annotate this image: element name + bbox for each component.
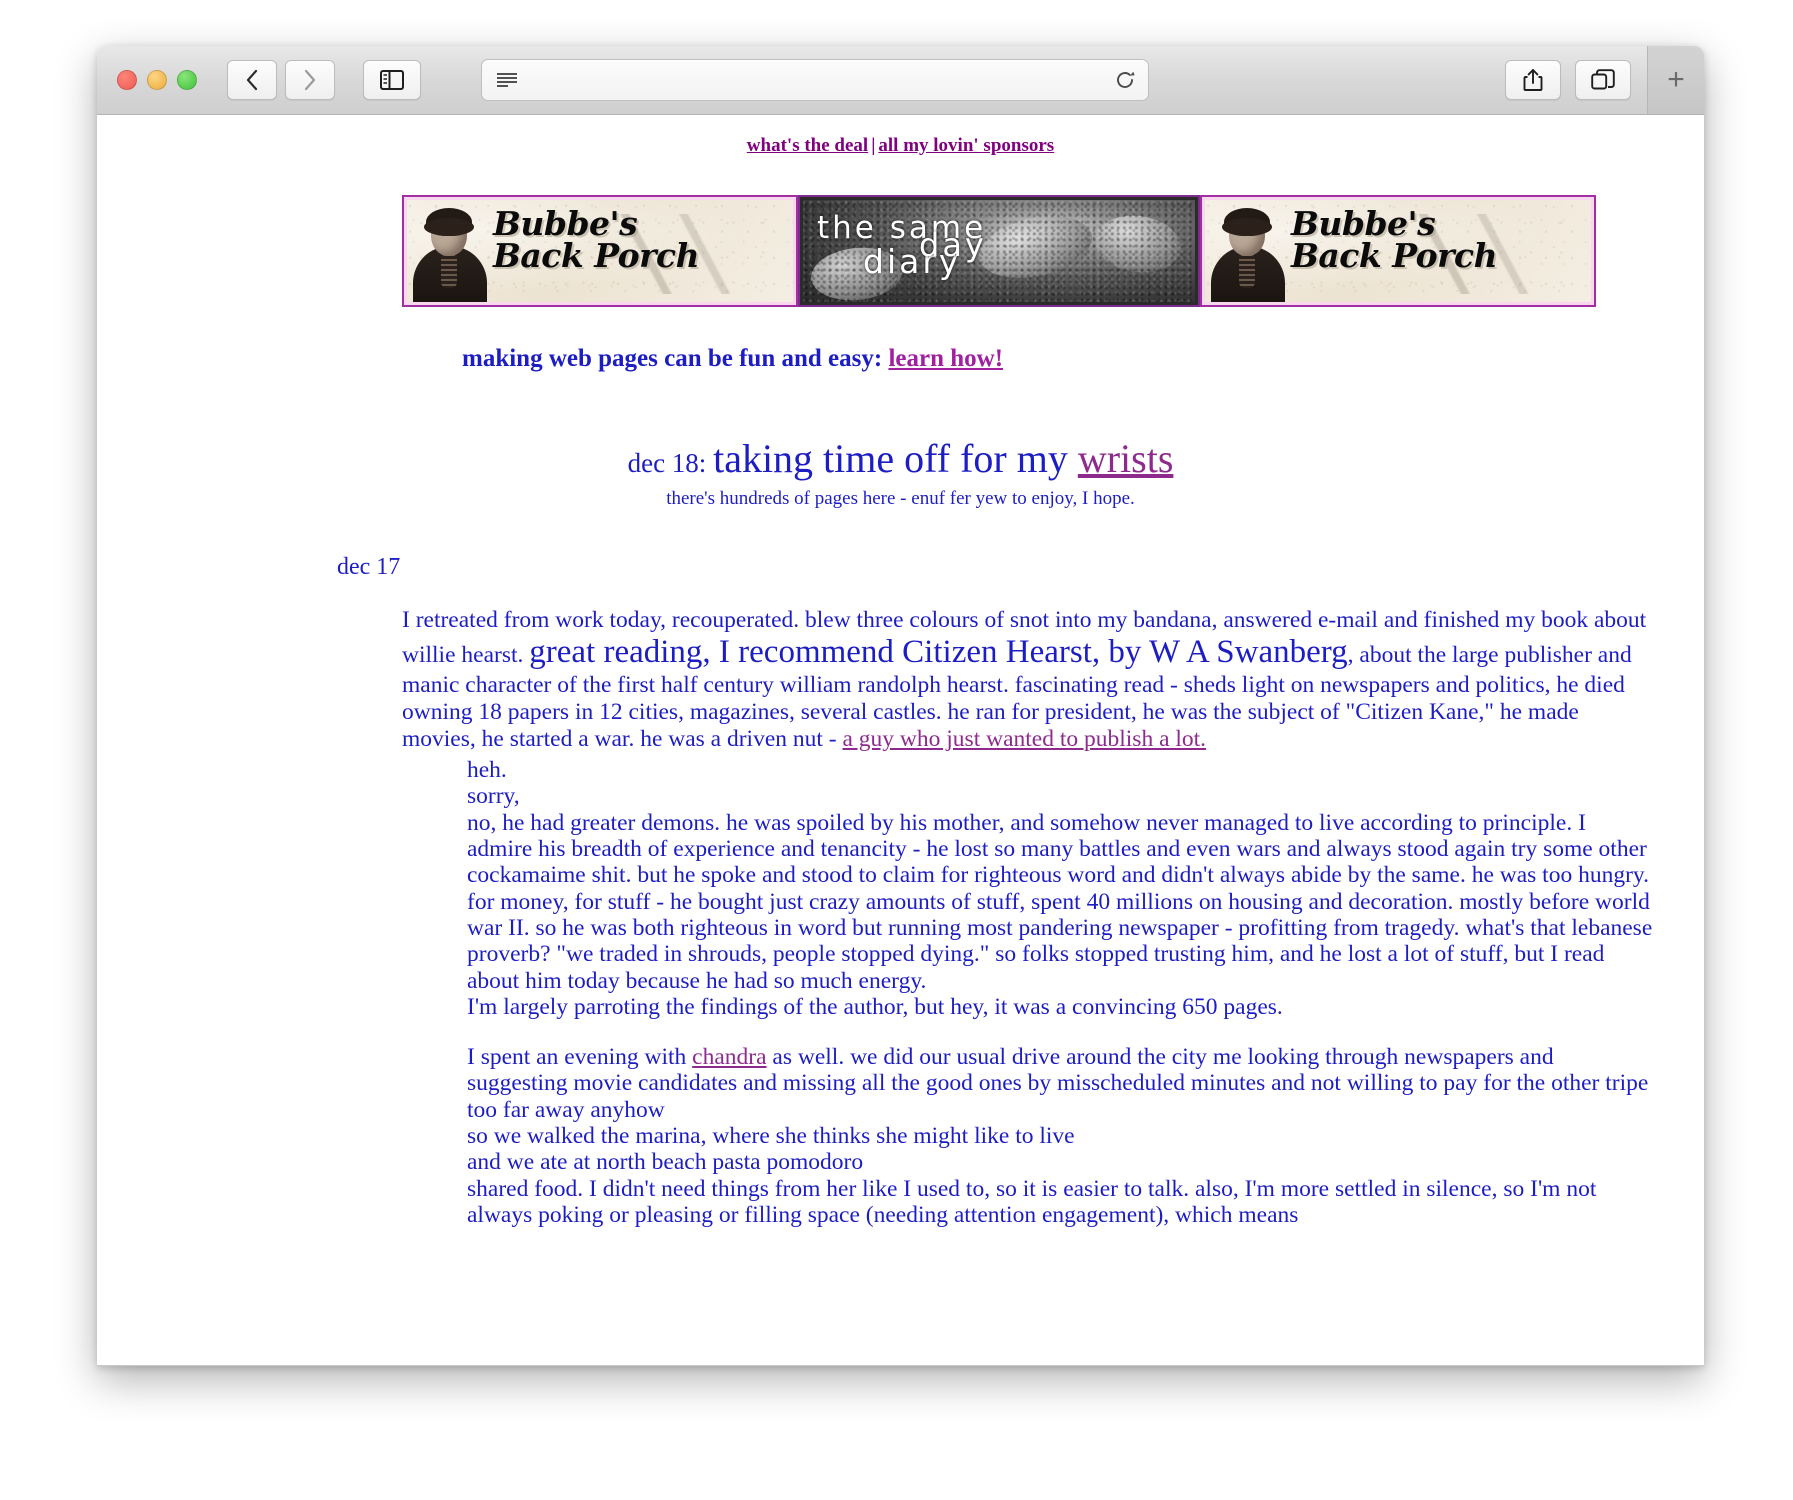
zoom-window-button[interactable] [177, 70, 197, 90]
banner-artwork: Bubbe's Back Porch [407, 200, 793, 302]
entry-headline: taking time off for my [713, 436, 1078, 481]
reload-icon[interactable] [1114, 69, 1136, 91]
body-paragraph-demons: no, he had greater demons. he was spoile… [467, 809, 1653, 994]
window-bottom-edge [97, 1365, 1704, 1366]
banner-wordmark: Bubbe's Back Porch [1291, 207, 1498, 276]
minimize-window-button[interactable] [147, 70, 167, 90]
banner-artwork: the same diary day [803, 200, 1195, 302]
close-window-button[interactable] [117, 70, 137, 90]
banner-line-2: Back Porch [493, 236, 700, 276]
banner-bubbes-back-porch-left[interactable]: Bubbe's Back Porch [402, 195, 798, 307]
nav-link-sponsors[interactable]: all my lovin' sponsors [878, 135, 1054, 156]
show-all-tabs-button[interactable] [1575, 60, 1631, 100]
banner-word-day: day [919, 226, 987, 264]
new-tab-button[interactable]: + [1647, 46, 1704, 114]
banner-the-same-day-diary[interactable]: the same diary day [798, 195, 1200, 307]
reader-view-icon[interactable] [496, 72, 518, 88]
body-emphasis-book-recommendation: great reading, I recommend Citizen Hears… [529, 634, 1348, 671]
window-controls [117, 70, 197, 90]
chevron-left-icon [246, 69, 258, 91]
body-text-part-3: I spent an evening with [467, 1044, 693, 1071]
previous-entry-date: dec 17 [337, 554, 401, 580]
body-line-marina: so we walked the marina, where she think… [467, 1123, 1075, 1150]
body-paragraph-parroting: I'm largely parroting the findings of th… [467, 993, 1283, 1020]
toolbar-right-actions [1505, 60, 1631, 100]
nav-link-whats-the-deal[interactable]: what's the deal [747, 135, 868, 156]
forward-button[interactable] [285, 60, 335, 100]
navigation-buttons [227, 60, 335, 100]
banner-line-2: Back Porch [1291, 236, 1498, 276]
body-link-publish-a-lot[interactable]: a guy who just wanted to publish a lot. [843, 726, 1207, 752]
address-bar[interactable] [481, 59, 1149, 101]
share-icon [1523, 69, 1543, 91]
show-tabs-icon [1591, 69, 1615, 90]
entry-date: dec 18: [627, 448, 714, 478]
body-line-heh: heh. [467, 757, 507, 783]
banner-ad-row: Bubbe's Back Porch the same diary day Bu… [97, 195, 1704, 307]
body-paragraph-1: I retreated from work today, recouperate… [402, 607, 1654, 753]
nav-separator: | [871, 135, 876, 156]
body-line-pomodoro: and we ate at north beach pasta pomodoro [467, 1149, 864, 1176]
share-button[interactable] [1505, 60, 1561, 100]
banner-wordmark: Bubbe's Back Porch [493, 207, 700, 276]
chevron-right-icon [304, 69, 316, 91]
body-link-chandra[interactable]: chandra [692, 1044, 766, 1070]
back-button[interactable] [227, 60, 277, 100]
browser-window: + what's the deal | all my lovin' sponsors [97, 46, 1704, 1366]
site-top-navigation: what's the deal | all my lovin' sponsors [97, 115, 1704, 157]
banner-bubbes-back-porch-right[interactable]: Bubbe's Back Porch [1200, 195, 1596, 307]
entry-body: I retreated from work today, recouperate… [97, 607, 1704, 1228]
desktop-background: + what's the deal | all my lovin' sponsors [0, 0, 1793, 1500]
body-line-sorry: sorry, [467, 783, 520, 810]
web-page-content: what's the deal|all my lovin' sponsors [97, 115, 1704, 1366]
banner-artwork: Bubbe's Back Porch [1205, 200, 1591, 302]
tagline-learn-how-link[interactable]: learn how! [888, 345, 1003, 372]
entry-headline-link-wrists[interactable]: wrists [1078, 436, 1174, 481]
browser-toolbar: + [97, 46, 1704, 115]
body-paragraph-chandra: I spent an evening with chandra as well.… [467, 1044, 1654, 1123]
tagline-text: making web pages can be fun and easy: [462, 345, 889, 372]
entry-title: dec 18: taking time off for my wrists [97, 435, 1704, 482]
body-paragraph-shared-food: shared food. I didn't need things from h… [467, 1175, 1597, 1228]
toggle-sidebar-button[interactable] [363, 60, 421, 100]
tagline: making web pages can be fun and easy: le… [97, 345, 1704, 373]
indented-body-block: heh. sorry, no, he had greater demons. h… [402, 757, 1654, 1228]
entry-subtitle: there's hundreds of pages here - enuf fe… [666, 488, 1135, 509]
vintage-woman-photo [413, 206, 487, 302]
sidebar-icon [380, 70, 404, 90]
vintage-woman-photo [1211, 206, 1285, 302]
